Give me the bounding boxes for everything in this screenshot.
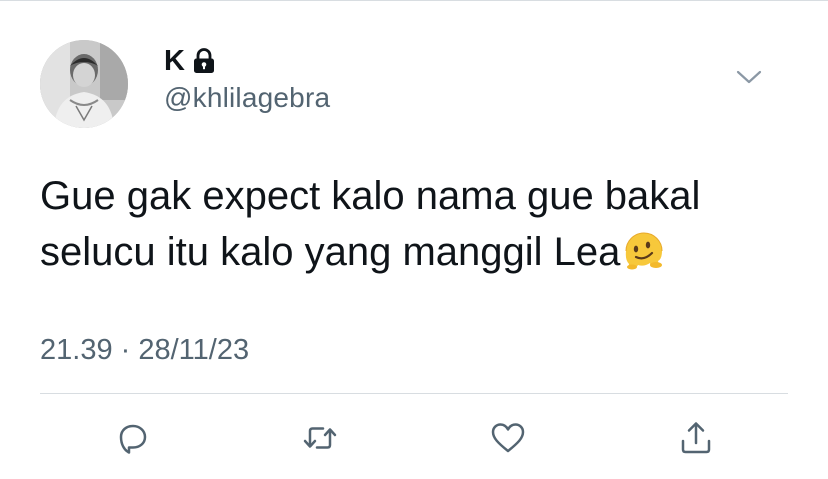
melting-face-emoji-icon	[622, 229, 666, 273]
handle[interactable]: @khlilagebra	[164, 82, 330, 114]
timestamp[interactable]: 21.39 · 28/11/23	[40, 334, 249, 367]
reply-icon	[119, 424, 147, 454]
retweet-icon	[303, 427, 337, 449]
tweet-text-line-2: selucu itu kalo yang manggil Lea	[40, 224, 800, 280]
avatar-photo	[40, 40, 128, 128]
avatar[interactable]	[40, 40, 128, 128]
share-button[interactable]	[676, 418, 716, 458]
lock-icon	[192, 48, 216, 74]
like-button[interactable]	[488, 418, 528, 458]
share-icon	[681, 422, 711, 454]
display-name[interactable]: K	[164, 45, 185, 78]
tweet-text-line-2-text: selucu itu kalo yang manggil Lea	[40, 230, 621, 274]
retweet-button[interactable]	[300, 418, 340, 458]
display-name-row[interactable]: K	[164, 44, 216, 78]
top-divider	[0, 0, 828, 1]
action-bar-divider	[40, 393, 788, 394]
tweet-text-line-1: Gue gak expect kalo nama gue bakal	[40, 174, 701, 218]
chevron-down-icon[interactable]	[736, 68, 762, 86]
reply-button[interactable]	[113, 418, 153, 458]
tweet-text: Gue gak expect kalo nama gue bakal seluc…	[40, 168, 800, 280]
heart-icon	[491, 423, 525, 453]
